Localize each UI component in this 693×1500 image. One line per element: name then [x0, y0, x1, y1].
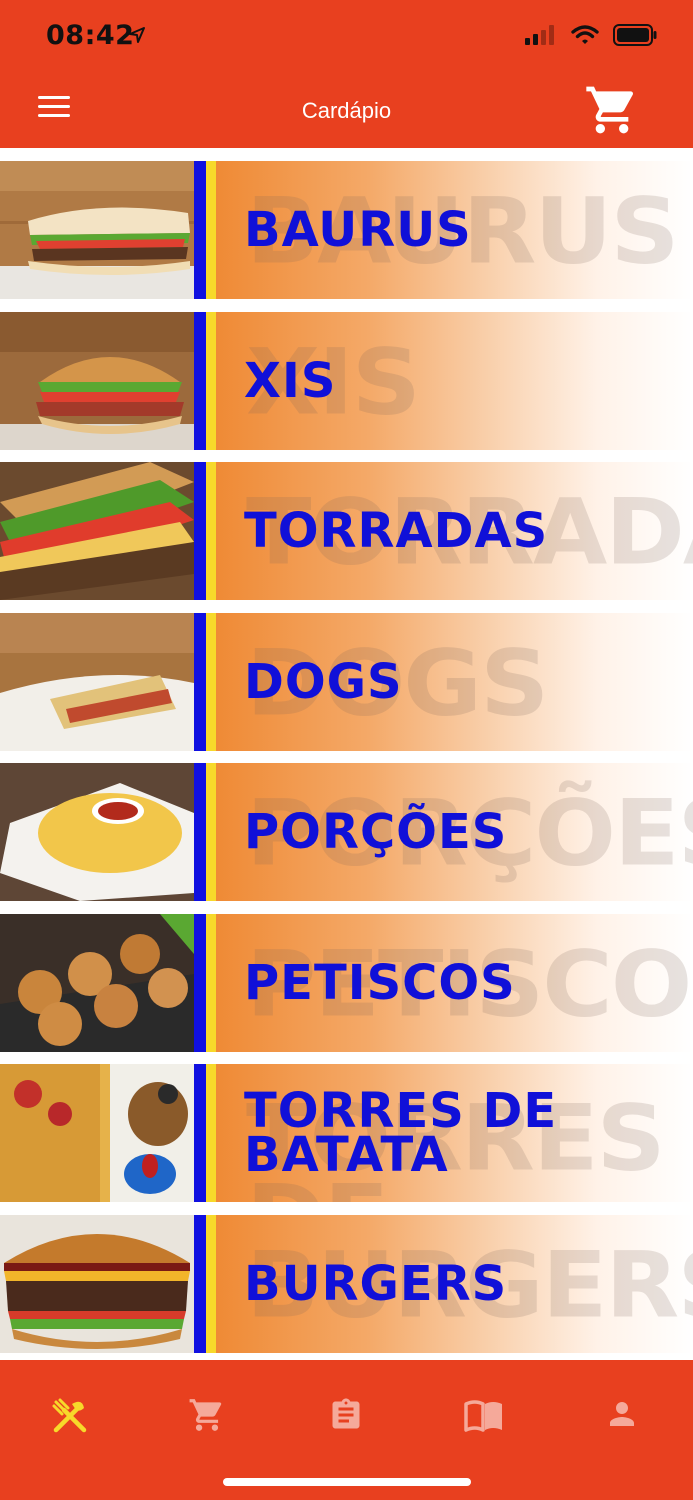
dogs-photo [0, 613, 194, 751]
status-time: 08:42 [46, 20, 135, 51]
row-stripe-blue [194, 1064, 206, 1202]
nav-menu[interactable] [40, 1396, 100, 1444]
category-panel: BURGERS BURGERS [216, 1215, 693, 1353]
category-panel: PORÇÕES PORÇÕES [216, 763, 693, 901]
category-label: DOGS [244, 654, 403, 710]
torres-de-batata-photo [0, 1064, 194, 1202]
person-icon [610, 1402, 634, 1426]
category-row-xis[interactable]: XIS XIS [0, 312, 693, 450]
row-stripe-yellow [206, 462, 216, 600]
category-label: BURGERS [244, 1256, 508, 1312]
location-arrow-icon [129, 27, 145, 43]
category-label: TORRADAS [244, 503, 549, 559]
category-panel: BAURUS BAURUS [216, 161, 693, 299]
row-stripe-yellow [206, 1064, 216, 1202]
nav-catalog[interactable] [454, 1396, 514, 1444]
xis-photo [0, 312, 194, 450]
petiscos-photo [0, 914, 194, 1052]
row-stripe-blue [194, 613, 206, 751]
row-stripe-yellow [206, 312, 216, 450]
torradas-photo [0, 462, 194, 600]
status-icons [525, 24, 657, 46]
category-label: XIS [244, 353, 337, 409]
row-stripe-blue [194, 312, 206, 450]
porcoes-photo [0, 763, 194, 901]
wifi-icon [571, 25, 599, 44]
baurus-photo [0, 161, 194, 299]
category-panel: PETISCOS PETISCOS [216, 914, 693, 1052]
category-panel: DOGS DOGS [216, 613, 693, 751]
category-label: TORRES DE BATATA [244, 1083, 558, 1183]
row-stripe-blue [194, 914, 206, 1052]
row-stripe-yellow [206, 161, 216, 299]
cart-icon [189, 1399, 222, 1431]
row-stripe-blue [194, 763, 206, 901]
row-stripe-blue [194, 161, 206, 299]
category-row-baurus[interactable]: BAURUS BAURUS [0, 161, 693, 299]
clipboard-icon [332, 1398, 360, 1429]
row-stripe-yellow [206, 1215, 216, 1353]
category-panel: XIS XIS [216, 312, 693, 450]
category-row-porcoes[interactable]: PORÇÕES PORÇÕES [0, 763, 693, 901]
category-row-petiscos[interactable]: PETISCOS PETISCOS [0, 914, 693, 1052]
category-label: PETISCOS [244, 955, 516, 1011]
nav-orders[interactable] [316, 1396, 376, 1444]
home-indicator [223, 1478, 471, 1486]
signal-icon [525, 25, 554, 45]
category-label: PORÇÕES [244, 804, 508, 860]
header-cart-icon[interactable] [584, 82, 640, 138]
burgers-photo [0, 1215, 194, 1353]
row-stripe-blue [194, 1215, 206, 1353]
top-bar: 08:42 Cardápio [0, 0, 693, 148]
battery-icon [613, 24, 657, 46]
nav-cart[interactable] [177, 1396, 237, 1444]
category-row-torradas[interactable]: TORRADAS TORRADAS [0, 462, 693, 600]
category-label: BAURUS [244, 202, 472, 258]
fork-knife-icon [52, 1398, 87, 1433]
row-stripe-yellow [206, 613, 216, 751]
category-panel: TORRADAS TORRADAS [216, 462, 693, 600]
book-icon [464, 1400, 502, 1432]
category-panel: TORRES DE BATATA TORRES DE BATATA [216, 1064, 693, 1202]
category-row-burgers[interactable]: BURGERS BURGERS [0, 1215, 693, 1353]
category-row-dogs[interactable]: DOGS DOGS [0, 613, 693, 751]
category-row-torres-de-batata[interactable]: TORRES DE BATATA TORRES DE BATATA [0, 1064, 693, 1202]
row-stripe-yellow [206, 763, 216, 901]
row-stripe-yellow [206, 914, 216, 1052]
category-list: BAURUS BAURUS XIS XIS TORRAD TORRADAS DO… [0, 148, 693, 1360]
row-stripe-blue [194, 462, 206, 600]
nav-profile[interactable] [592, 1396, 652, 1444]
